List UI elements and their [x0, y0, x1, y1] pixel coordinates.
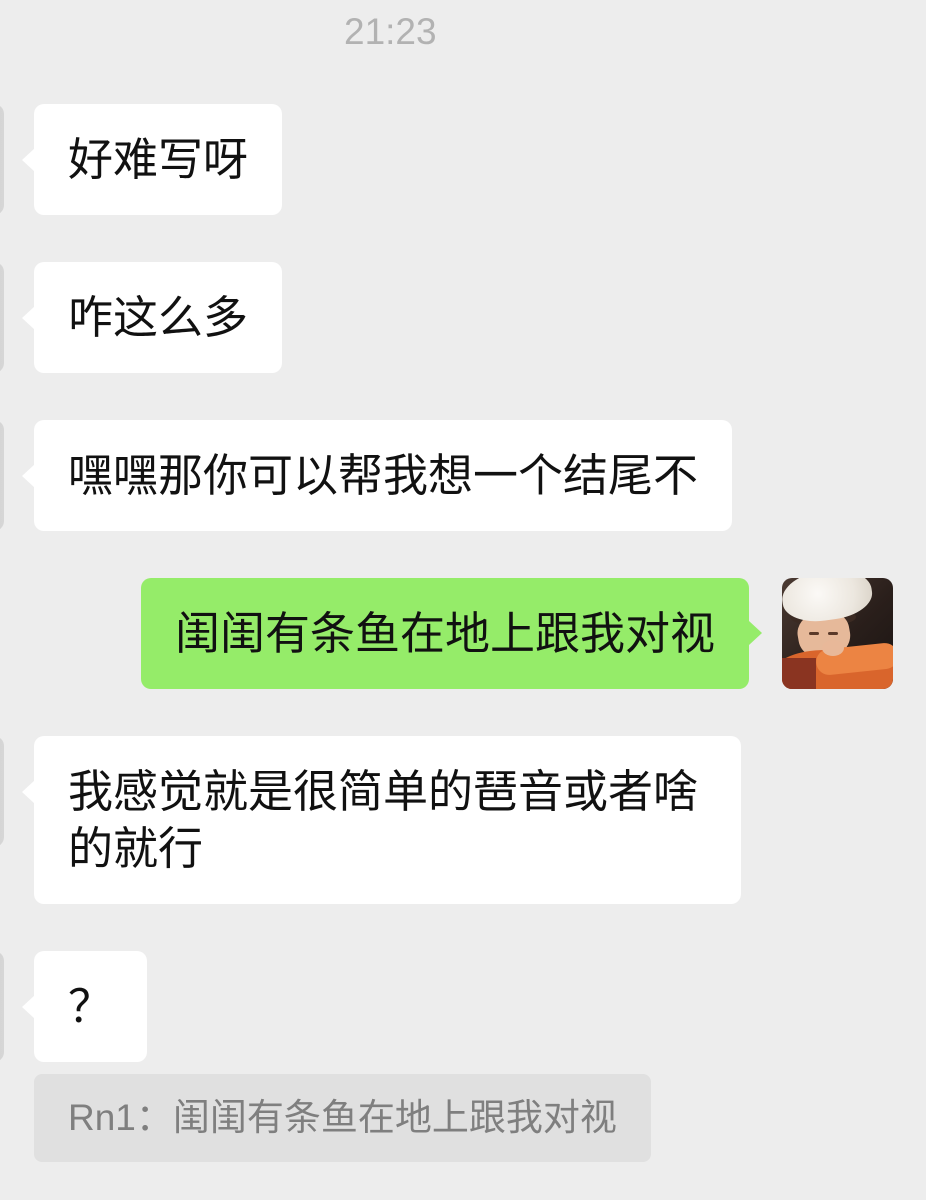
avatar-eye — [828, 632, 838, 635]
message-text: 我感觉就是很简单的琶音或者啥的就行 — [68, 766, 699, 874]
message-row-peer: 好难写呀 — [0, 104, 926, 215]
timestamp-row: 21:23 — [0, 0, 926, 104]
message-text: 闺闺有条鱼在地上跟我对视 — [174, 608, 715, 659]
message-row-peer: 我感觉就是很简单的琶音或者啥的就行 — [0, 736, 926, 904]
message-bubble[interactable]: 好难写呀 — [21, 104, 283, 215]
message-text: ？ — [68, 981, 114, 1032]
message-row-peer: 咋这么多 — [0, 262, 926, 373]
message-timestamp: 21:23 — [344, 11, 437, 52]
chat-window[interactable]: 21:23 好难写呀 咋这么多 嘿嘿那你可以帮我想一个结尾不 闺闺有条鱼在地上跟… — [0, 0, 926, 1200]
avatar-eye — [809, 632, 819, 635]
message-bubble[interactable]: 咋这么多 — [21, 262, 283, 373]
quote-text: 闺闺有条鱼在地上跟我对视 — [172, 1097, 617, 1138]
peer-avatar[interactable] — [0, 736, 4, 847]
my-avatar[interactable] — [782, 578, 893, 689]
message-bubble-self[interactable]: 闺闺有条鱼在地上跟我对视 — [140, 578, 763, 689]
peer-avatar[interactable] — [0, 420, 4, 531]
message-bubble[interactable]: 我感觉就是很简单的琶音或者啥的就行 — [22, 736, 741, 904]
peer-avatar[interactable] — [0, 104, 4, 215]
message-bubble[interactable]: ？ — [21, 951, 148, 1062]
message-row-peer: 嘿嘿那你可以帮我想一个结尾不 — [0, 420, 926, 531]
avatar-shadow — [782, 658, 816, 689]
peer-avatar[interactable] — [0, 951, 4, 1062]
message-row-peer: ？ — [0, 951, 926, 1062]
message-text: 嘿嘿那你可以帮我想一个结尾不 — [68, 450, 699, 501]
quote-separator: ： — [135, 1097, 173, 1138]
quote-author: Rn1 — [68, 1097, 136, 1138]
avatar-hand — [822, 640, 844, 656]
message-row-self: 闺闺有条鱼在地上跟我对视 — [0, 578, 926, 689]
quoted-message[interactable]: Rn1：闺闺有条鱼在地上跟我对视 — [34, 1074, 651, 1162]
quote-row: Rn1：闺闺有条鱼在地上跟我对视 — [0, 1074, 926, 1162]
peer-avatar[interactable] — [0, 262, 4, 373]
message-text: 好难写呀 — [68, 134, 249, 185]
message-text: 咋这么多 — [68, 292, 249, 343]
message-bubble[interactable]: 嘿嘿那你可以帮我想一个结尾不 — [21, 420, 733, 531]
